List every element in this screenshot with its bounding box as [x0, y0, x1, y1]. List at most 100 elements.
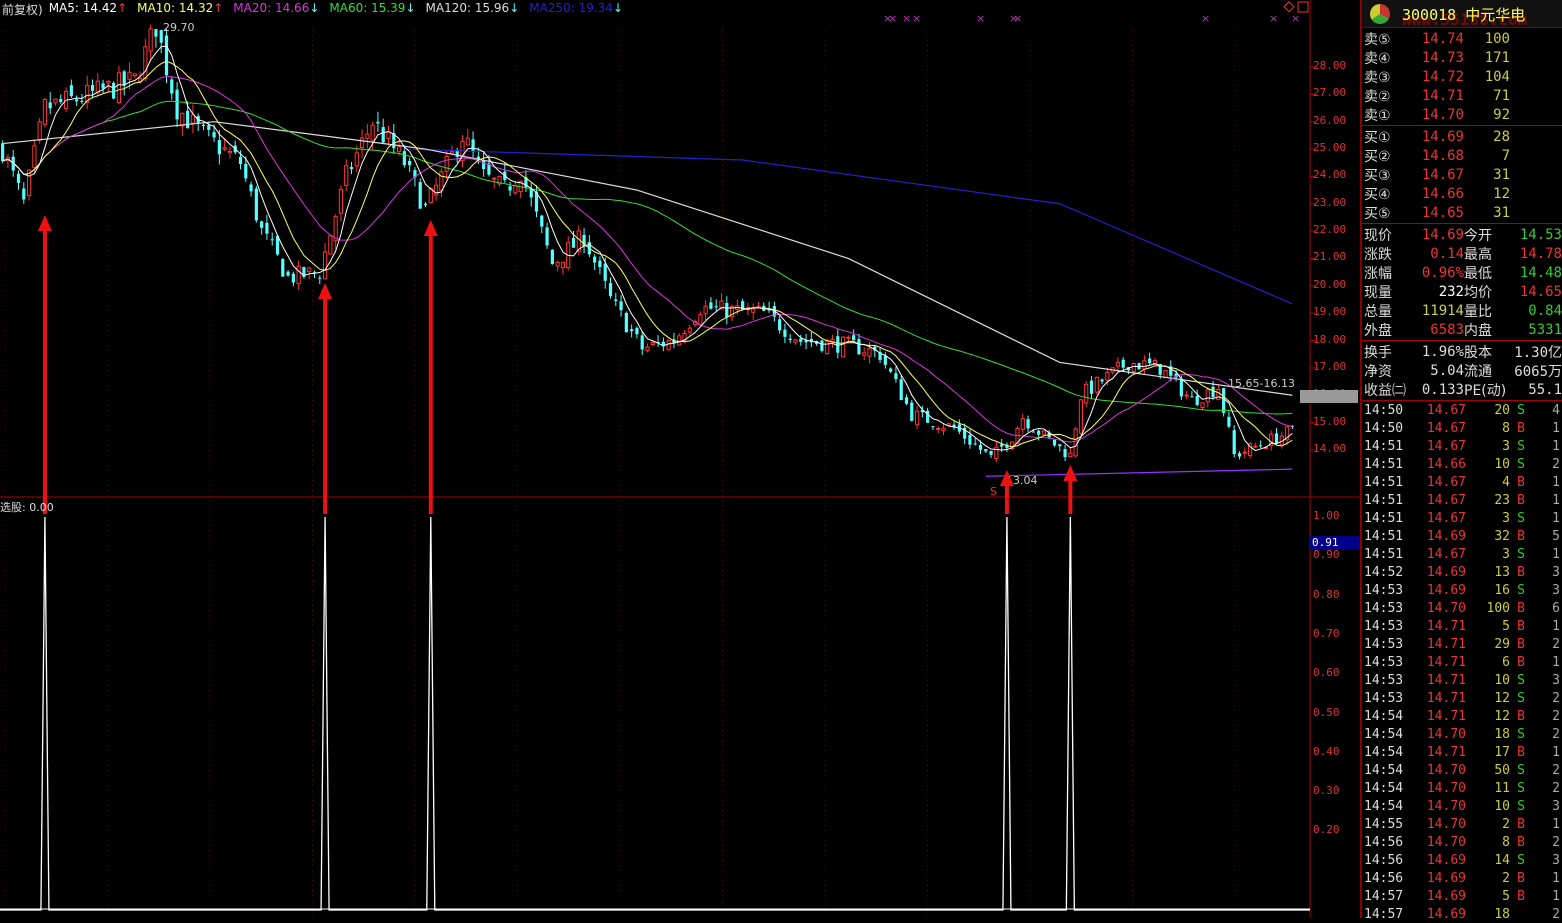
candle-down: [545, 227, 549, 246]
tick-count: 6: [1552, 600, 1560, 616]
candle-up: [338, 188, 344, 214]
bid-row[interactable]: 买⑤ 14.65 31: [1362, 203, 1562, 222]
ma10-line: [2, 60, 1293, 448]
tick-row: 14:54 14.70 10 S 3: [1362, 797, 1562, 815]
fundamental-a: 5.04: [1430, 362, 1464, 379]
candle-up: [344, 165, 349, 186]
chart-canvas[interactable]: 29.7013.0415.65-16.13S×× × × × ×× × × ×: [0, 0, 1360, 918]
candle-down: [80, 100, 84, 102]
tick-time: 14:51: [1364, 492, 1404, 508]
candle-up: [1142, 360, 1147, 370]
indicator-cursor-value: 0.91: [1310, 536, 1360, 550]
candle-down: [571, 237, 576, 248]
candle-down: [984, 449, 988, 452]
tick-volume: 18: [1494, 906, 1510, 922]
candle-up: [370, 124, 375, 141]
candle-down: [381, 127, 385, 143]
indicator-tick-label: 1.00: [1313, 509, 1340, 522]
stat-a: 6583: [1430, 321, 1464, 338]
tick-volume: 10: [1494, 672, 1510, 688]
tick-volume: 20: [1494, 402, 1510, 418]
tick-count: 5: [1552, 528, 1560, 544]
ma60-line: [2, 100, 1293, 415]
candle-down: [59, 98, 63, 102]
fundamental-row: 净资 5.04 流通 6065万: [1362, 361, 1562, 380]
tick-row: 14:53 14.69 16 S 3: [1362, 581, 1562, 599]
ask-row[interactable]: 卖① 14.70 92: [1362, 105, 1562, 124]
tick-volume: 3: [1502, 546, 1510, 562]
bid-row[interactable]: 买③ 14.67 31: [1362, 165, 1562, 184]
candle-down: [1037, 430, 1041, 435]
candle-down: [1211, 386, 1215, 397]
candle-down: [978, 444, 983, 450]
tick-time: 14:56: [1364, 870, 1404, 886]
tick-row: 14:55 14.70 2 B 1: [1362, 815, 1562, 833]
tick-time: 14:52: [1364, 564, 1404, 580]
candle-down: [857, 339, 861, 355]
ma-value: MA120: 15.96: [425, 1, 510, 15]
tick-count: 2: [1552, 762, 1560, 778]
tick-list[interactable]: 14:50 14.67 20 S 4 14:50 14.67 8 B 1 14:51 14.67 3 S 1…: [1362, 401, 1562, 923]
event-marker-icon: ×: [888, 12, 897, 25]
candle-down: [112, 82, 116, 99]
candle-down: [836, 336, 840, 353]
candle-down: [1232, 430, 1236, 455]
candle-down: [217, 140, 221, 155]
candle-down: [989, 450, 993, 455]
tick-row: 14:57 14.69 18 2: [1362, 905, 1562, 923]
candle-up: [296, 265, 301, 284]
tick-time: 14:50: [1364, 420, 1404, 436]
tick-time: 14:54: [1364, 744, 1404, 760]
price-tick-label: 21.00: [1313, 250, 1347, 264]
stat-row: 现价 14.69 今开 14.53: [1362, 225, 1562, 244]
stock-title-bar[interactable]: www.55188.com 300018 中元华电: [1362, 0, 1562, 29]
ask-row[interactable]: 卖④ 14.73 171: [1362, 48, 1562, 67]
candle-up: [365, 133, 370, 139]
tick-price: 14.70: [1426, 816, 1466, 832]
arrow-head-icon: [37, 215, 52, 231]
bid-vol: 28: [1493, 128, 1510, 145]
candle-up: [322, 251, 328, 280]
tick-side: S: [1517, 780, 1525, 796]
tick-price: 14.71: [1426, 744, 1466, 760]
tick-price: 14.71: [1426, 654, 1466, 670]
tick-row: 14:54 14.71 12 B 2: [1362, 707, 1562, 725]
bid-row[interactable]: 买④ 14.66 12: [1362, 184, 1562, 203]
stat-row: 现量 232 均价 14.65: [1362, 282, 1562, 301]
bid-vol: 7: [1501, 147, 1510, 164]
ma-legend-item: MA250: 19.34↓: [529, 1, 623, 18]
candle-down: [910, 402, 914, 421]
tick-time: 14:56: [1364, 852, 1404, 868]
candle-down: [349, 167, 354, 170]
price-tick-label: 14.00: [1313, 442, 1347, 455]
stat-a: 232: [1438, 283, 1464, 300]
tick-row: 14:51 14.69 32 B 5: [1362, 527, 1562, 545]
tick-time: 14:53: [1364, 600, 1404, 616]
tick-row: 14:52 14.69 13 B 3: [1362, 563, 1562, 581]
tick-time: 14:51: [1364, 456, 1404, 472]
ask-row[interactable]: 卖③ 14.72 104: [1362, 67, 1562, 86]
candle-down: [1031, 431, 1035, 433]
tick-side: B: [1517, 654, 1525, 670]
candle-down: [482, 160, 486, 169]
tick-price: 14.71: [1426, 672, 1466, 688]
candle-down: [1179, 378, 1183, 397]
candle-up: [116, 72, 122, 104]
tick-side: S: [1517, 456, 1525, 472]
kline-chart[interactable]: 29.70 13.04 15.65-16.13 S × × × × × × × × × × 前复权) MA…: [0, 0, 1360, 918]
stat-row: 外盘 6583 内盘 5331: [1362, 320, 1562, 339]
bid-row[interactable]: 买② 14.68 7: [1362, 146, 1562, 165]
adjust-mode[interactable]: 前复权): [2, 1, 43, 18]
candle-down: [598, 260, 602, 268]
tick-price: 14.69: [1426, 564, 1466, 580]
candle-down: [318, 277, 322, 279]
tick-time: 14:50: [1364, 402, 1404, 418]
stat-a: 11914: [1421, 302, 1464, 319]
tick-row: 14:56 14.70 8 B 2: [1362, 833, 1562, 851]
candle-up: [354, 152, 359, 167]
candle-up: [751, 308, 756, 313]
ask-row[interactable]: 卖⑤ 14.74 100: [1362, 29, 1562, 48]
ask-row[interactable]: 卖② 14.71 71: [1362, 86, 1562, 105]
bid-row[interactable]: 买① 14.69 28: [1362, 127, 1562, 146]
tick-row: 14:54 14.70 11 S 2: [1362, 779, 1562, 797]
